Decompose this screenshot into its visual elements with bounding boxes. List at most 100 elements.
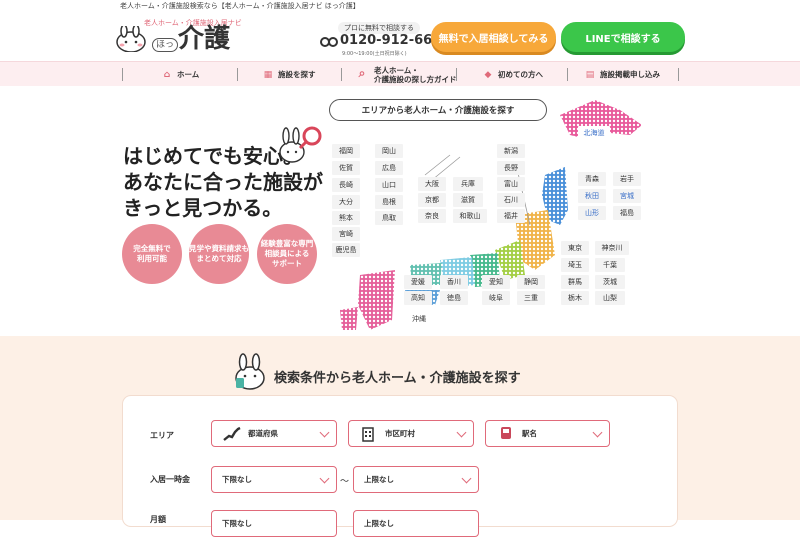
pref-akita[interactable]: 秋田 <box>578 189 606 203</box>
phone-hours: 9:00～19:00(土日祝日除く) <box>342 51 407 57</box>
logo-hot: ほっ <box>152 38 179 52</box>
beginner-mark-icon: ◆ <box>484 69 492 80</box>
nav-guide-label: 老人ホーム・ 介護施設の探し方ガイド <box>374 65 457 84</box>
document-icon: ▤ <box>585 69 595 80</box>
nav-guide[interactable]: ⌕ 老人ホーム・ 介護施設の探し方ガイド <box>355 62 457 87</box>
phone-contact[interactable]: プロに無料で相談する 0120-912-667 9:00～19:00(土日祝日除… <box>320 22 441 57</box>
search-form <box>123 396 677 526</box>
chevron-down-icon <box>456 427 467 438</box>
chevron-down-icon <box>319 473 330 484</box>
free-dial-icon <box>320 37 338 47</box>
pref-kumamoto[interactable]: 熊本 <box>332 211 360 225</box>
pref-kochi[interactable]: 高知 <box>404 291 432 305</box>
top-notice: 老人ホーム・介護施設検索なら【老人ホーム・介護施設入居ナビ ほっ介護】 <box>120 2 360 10</box>
bunny-phone-icon <box>235 353 265 390</box>
site-logo[interactable]: 老人ホーム・介護施設入居ナビ ほっ 介護 <box>114 16 242 56</box>
pref-aichi[interactable]: 愛知 <box>482 275 510 289</box>
pref-wakayama[interactable]: 和歌山 <box>453 209 487 223</box>
pref-ibaraki[interactable]: 茨城 <box>595 275 625 289</box>
pref-tottori[interactable]: 鳥取 <box>375 211 403 225</box>
pref-oita[interactable]: 大分 <box>332 195 360 209</box>
nav-home-label: ホーム <box>177 70 200 79</box>
feature-support: 経験豊富な専門 相談員による サポート <box>257 224 317 284</box>
nav-apply[interactable]: ▤ 施設掲載申し込み <box>585 62 660 87</box>
monthly-min-select[interactable]: 下限なし <box>211 510 337 537</box>
pref-gunma[interactable]: 群馬 <box>561 275 589 289</box>
pref-kagawa[interactable]: 香川 <box>440 275 468 289</box>
pref-chiba[interactable]: 千葉 <box>595 258 625 272</box>
pref-yamanashi[interactable]: 山梨 <box>595 291 625 305</box>
logo-main: 介護 <box>178 24 231 54</box>
range-tilde: ～ <box>340 477 350 487</box>
magnifier-icon: ⌕ <box>358 65 366 80</box>
pref-nagano[interactable]: 長野 <box>497 161 525 175</box>
japan-map-icon <box>223 426 241 441</box>
pref-shiga[interactable]: 滋賀 <box>453 193 483 207</box>
building-icon: ▦ <box>263 69 273 80</box>
chevron-down-icon <box>319 427 330 438</box>
nav-beginners[interactable]: ◆ 初めての方へ <box>483 62 543 87</box>
nav-beginners-label: 初めての方へ <box>498 70 543 79</box>
map-title: エリアから老人ホーム・介護施設を探す <box>329 99 547 121</box>
pref-tokushima[interactable]: 徳島 <box>440 291 468 305</box>
pref-tochigi[interactable]: 栃木 <box>561 291 589 305</box>
feature-free: 完全無料で 利用可能 <box>122 224 182 284</box>
pref-ishikawa[interactable]: 石川 <box>497 193 525 207</box>
phone-number: 0120-912-667 <box>340 33 442 48</box>
pref-gifu[interactable]: 岐阜 <box>482 291 510 305</box>
nav-home[interactable]: ⌂ ホーム <box>162 62 200 87</box>
search-title: 検索条件から老人ホーム・介護施設を探す <box>274 371 521 386</box>
pref-nagasaki[interactable]: 長崎 <box>332 178 360 192</box>
pref-tokyo[interactable]: 東京 <box>561 241 589 255</box>
pref-iwate[interactable]: 岩手 <box>613 172 641 186</box>
nav-search-label: 施設を探す <box>278 70 316 79</box>
fee-min-select[interactable]: 下限なし <box>211 466 337 493</box>
pref-hokkaido[interactable]: 北海道 <box>578 126 610 140</box>
free-consult-button[interactable]: 無料で入居相談してみる <box>431 22 556 52</box>
city-building-icon <box>362 426 374 442</box>
chevron-down-icon <box>461 473 472 484</box>
prefecture-select[interactable]: 都道府県 <box>211 420 337 447</box>
line-consult-button[interactable]: LINEで相談する <box>561 22 685 52</box>
train-icon <box>501 426 511 439</box>
nav-search[interactable]: ▦ 施設を探す <box>263 62 316 87</box>
pref-hiroshima[interactable]: 広島 <box>375 161 403 175</box>
pref-kyoto[interactable]: 京都 <box>418 193 446 207</box>
feature-tour: 見学や資料請求も まとめて対応 <box>189 224 249 284</box>
pref-fukui[interactable]: 福井 <box>497 209 525 223</box>
pref-toyama[interactable]: 富山 <box>497 177 525 191</box>
area-label: エリア <box>150 431 174 440</box>
fee-max-select[interactable]: 上限なし <box>353 466 479 493</box>
pref-ehime[interactable]: 愛媛 <box>404 275 432 289</box>
pref-okinawa[interactable]: 沖縄 <box>404 312 434 326</box>
pref-okayama[interactable]: 岡山 <box>375 144 403 158</box>
station-select[interactable]: 駅名 <box>485 420 610 447</box>
pref-miyagi[interactable]: 宮城 <box>613 189 641 203</box>
home-icon: ⌂ <box>163 69 171 80</box>
monthly-max-select[interactable]: 上限なし <box>353 510 479 537</box>
pref-aomori[interactable]: 青森 <box>578 172 606 186</box>
pref-mie[interactable]: 三重 <box>517 291 545 305</box>
city-select[interactable]: 市区町村 <box>348 420 474 447</box>
pref-yamagata[interactable]: 山形 <box>578 206 606 220</box>
pref-osaka[interactable]: 大阪 <box>418 177 446 191</box>
pref-miyazaki[interactable]: 宮崎 <box>332 227 360 241</box>
pref-saga[interactable]: 佐賀 <box>332 161 360 175</box>
pref-fukushima[interactable]: 福島 <box>613 206 641 220</box>
pref-hyogo[interactable]: 兵庫 <box>453 177 483 191</box>
nav-apply-label: 施設掲載申し込み <box>600 70 660 79</box>
pref-kanagawa[interactable]: 神奈川 <box>595 241 629 255</box>
pref-yamaguchi[interactable]: 山口 <box>375 178 403 192</box>
pref-shizuoka[interactable]: 静岡 <box>517 275 545 289</box>
chevron-down-icon <box>592 427 603 438</box>
pref-fukuoka[interactable]: 福岡 <box>332 144 360 158</box>
pref-kagoshima[interactable]: 鹿児島 <box>332 243 360 257</box>
pref-niigata[interactable]: 新潟 <box>497 144 525 158</box>
main-nav: ⌂ ホーム ▦ 施設を探す ⌕ 老人ホーム・ 介護施設の探し方ガイド ◆ 初めて… <box>0 61 800 86</box>
bunny-magnifier-icon <box>279 126 322 163</box>
entry-fee-label: 入居一時金 <box>150 475 190 484</box>
bunny-logo-icon <box>116 26 146 52</box>
pref-nara[interactable]: 奈良 <box>418 209 446 223</box>
pref-saitama[interactable]: 埼玉 <box>561 258 589 272</box>
pref-shimane[interactable]: 島根 <box>375 195 403 209</box>
